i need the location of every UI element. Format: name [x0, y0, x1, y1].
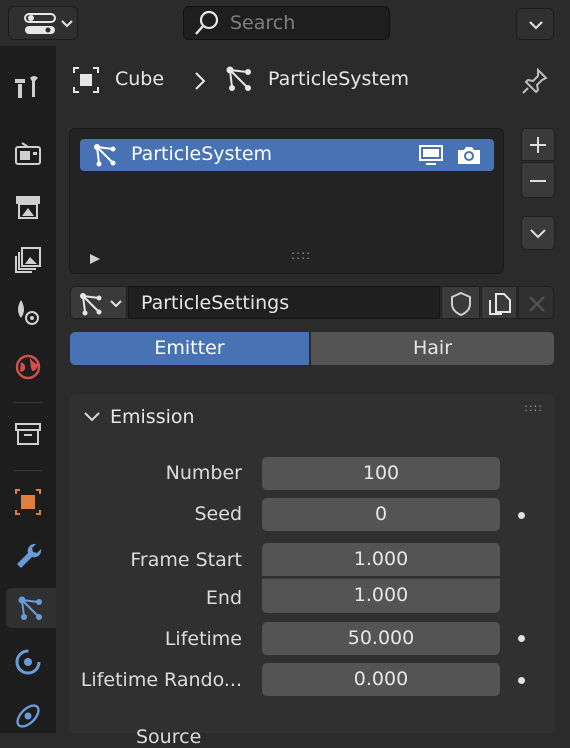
field-label-lifetime-random: Lifetime Rando...	[80, 669, 242, 691]
breadcrumb-particle-system: ParticleSystem	[268, 68, 410, 90]
chevron-down-icon	[84, 412, 100, 422]
monitor-icon[interactable]	[418, 144, 444, 166]
object-icon	[73, 67, 99, 93]
search-icon	[195, 10, 219, 35]
tab-scene[interactable]	[8, 292, 48, 332]
add-particle-system-button[interactable]	[521, 128, 555, 161]
hair-toggle[interactable]: Hair	[311, 332, 554, 365]
minus-icon	[530, 180, 546, 182]
search-placeholder: Search	[230, 12, 296, 34]
list-item-label: ParticleSystem	[131, 143, 273, 165]
keyframe-dot[interactable]	[518, 512, 525, 519]
tab-particles[interactable]	[6, 588, 56, 628]
chevron-down-icon	[61, 20, 73, 28]
settings-browse-button[interactable]	[70, 286, 127, 319]
tab-collection[interactable]	[8, 414, 48, 454]
field-label-lifetime: Lifetime	[164, 628, 242, 650]
tab-physics[interactable]	[8, 642, 48, 682]
emission-panel-header[interactable]: Emission ::::	[69, 394, 555, 442]
properties-tab-bar	[0, 46, 56, 733]
field-label-number: Number	[165, 462, 242, 484]
breadcrumb-object: Cube	[115, 68, 165, 90]
remove-particle-system-button[interactable]	[521, 162, 555, 198]
field-label-end: End	[205, 587, 242, 609]
drag-handle[interactable]: ::::	[524, 402, 543, 413]
collection-icon	[15, 423, 41, 445]
fake-user-button[interactable]	[441, 286, 480, 319]
source-subpanel-label[interactable]: Source	[136, 726, 201, 748]
constraints-icon	[16, 704, 40, 728]
resize-grip[interactable]: ::::	[291, 248, 311, 262]
chevron-down-icon	[110, 300, 122, 308]
chevron-down-icon	[530, 229, 546, 239]
particles-icon	[80, 293, 102, 316]
plus-icon	[530, 137, 546, 153]
tab-modifiers[interactable]	[8, 536, 48, 576]
settings-name: ParticleSettings	[141, 292, 290, 314]
search-input[interactable]: Search	[183, 6, 390, 40]
shield-icon	[451, 291, 471, 317]
particles-icon	[226, 66, 251, 91]
tab-render[interactable]	[8, 134, 48, 174]
particles-icon	[18, 596, 42, 620]
emitter-toggle[interactable]: Emitter	[70, 332, 309, 365]
tab-tool[interactable]	[8, 66, 48, 106]
tab-constraints[interactable]	[8, 696, 48, 736]
particles-icon	[94, 144, 116, 167]
physics-icon	[15, 649, 41, 675]
object-icon	[15, 489, 41, 515]
keyframe-dot[interactable]	[518, 635, 525, 642]
field-label-frame-start: Frame Start	[130, 549, 242, 571]
particle-system-list[interactable]: ParticleSystem ::::	[69, 128, 504, 274]
lifetime-random-field[interactable]: 0.000	[262, 663, 500, 696]
world-icon	[15, 354, 41, 380]
lifetime-field[interactable]: 50.000	[262, 622, 500, 655]
pin-icon[interactable]	[520, 66, 550, 96]
tab-view-layer[interactable]	[8, 240, 48, 280]
frame-start-field[interactable]: 1.000	[262, 543, 500, 576]
camera-icon[interactable]	[456, 143, 482, 167]
view-layer-icon	[15, 247, 41, 273]
render-icon	[15, 142, 41, 165]
settings-name-field[interactable]: ParticleSettings	[128, 286, 440, 319]
seed-field[interactable]: 0	[262, 498, 500, 531]
number-field[interactable]: 100	[262, 457, 500, 490]
tab-world[interactable]	[8, 346, 48, 386]
tab-output[interactable]	[8, 186, 48, 226]
duplicate-settings-button[interactable]	[481, 286, 517, 319]
wrench-icon	[17, 543, 42, 568]
editor-type-menu[interactable]	[8, 6, 78, 40]
output-icon	[16, 196, 40, 219]
field-label-seed: Seed	[194, 503, 243, 525]
scene-icon	[18, 300, 39, 325]
close-icon	[529, 296, 545, 312]
properties-editor-icon	[24, 13, 56, 34]
keyframe-dot[interactable]	[518, 677, 525, 684]
tab-object[interactable]	[8, 482, 48, 522]
unlink-settings-button[interactable]	[518, 286, 554, 319]
triangle-right-icon[interactable]	[89, 253, 101, 265]
list-item[interactable]: ParticleSystem	[80, 139, 494, 171]
chevron-down-icon	[529, 21, 543, 30]
chevron-right-icon	[195, 72, 206, 90]
panel-title: Emission	[110, 406, 195, 428]
frame-end-field[interactable]: 1.000	[262, 578, 500, 613]
tool-icon	[15, 76, 38, 98]
options-dropdown-button[interactable]	[516, 8, 554, 40]
list-specials-dropdown[interactable]	[521, 216, 555, 250]
duplicate-icon	[489, 293, 511, 315]
